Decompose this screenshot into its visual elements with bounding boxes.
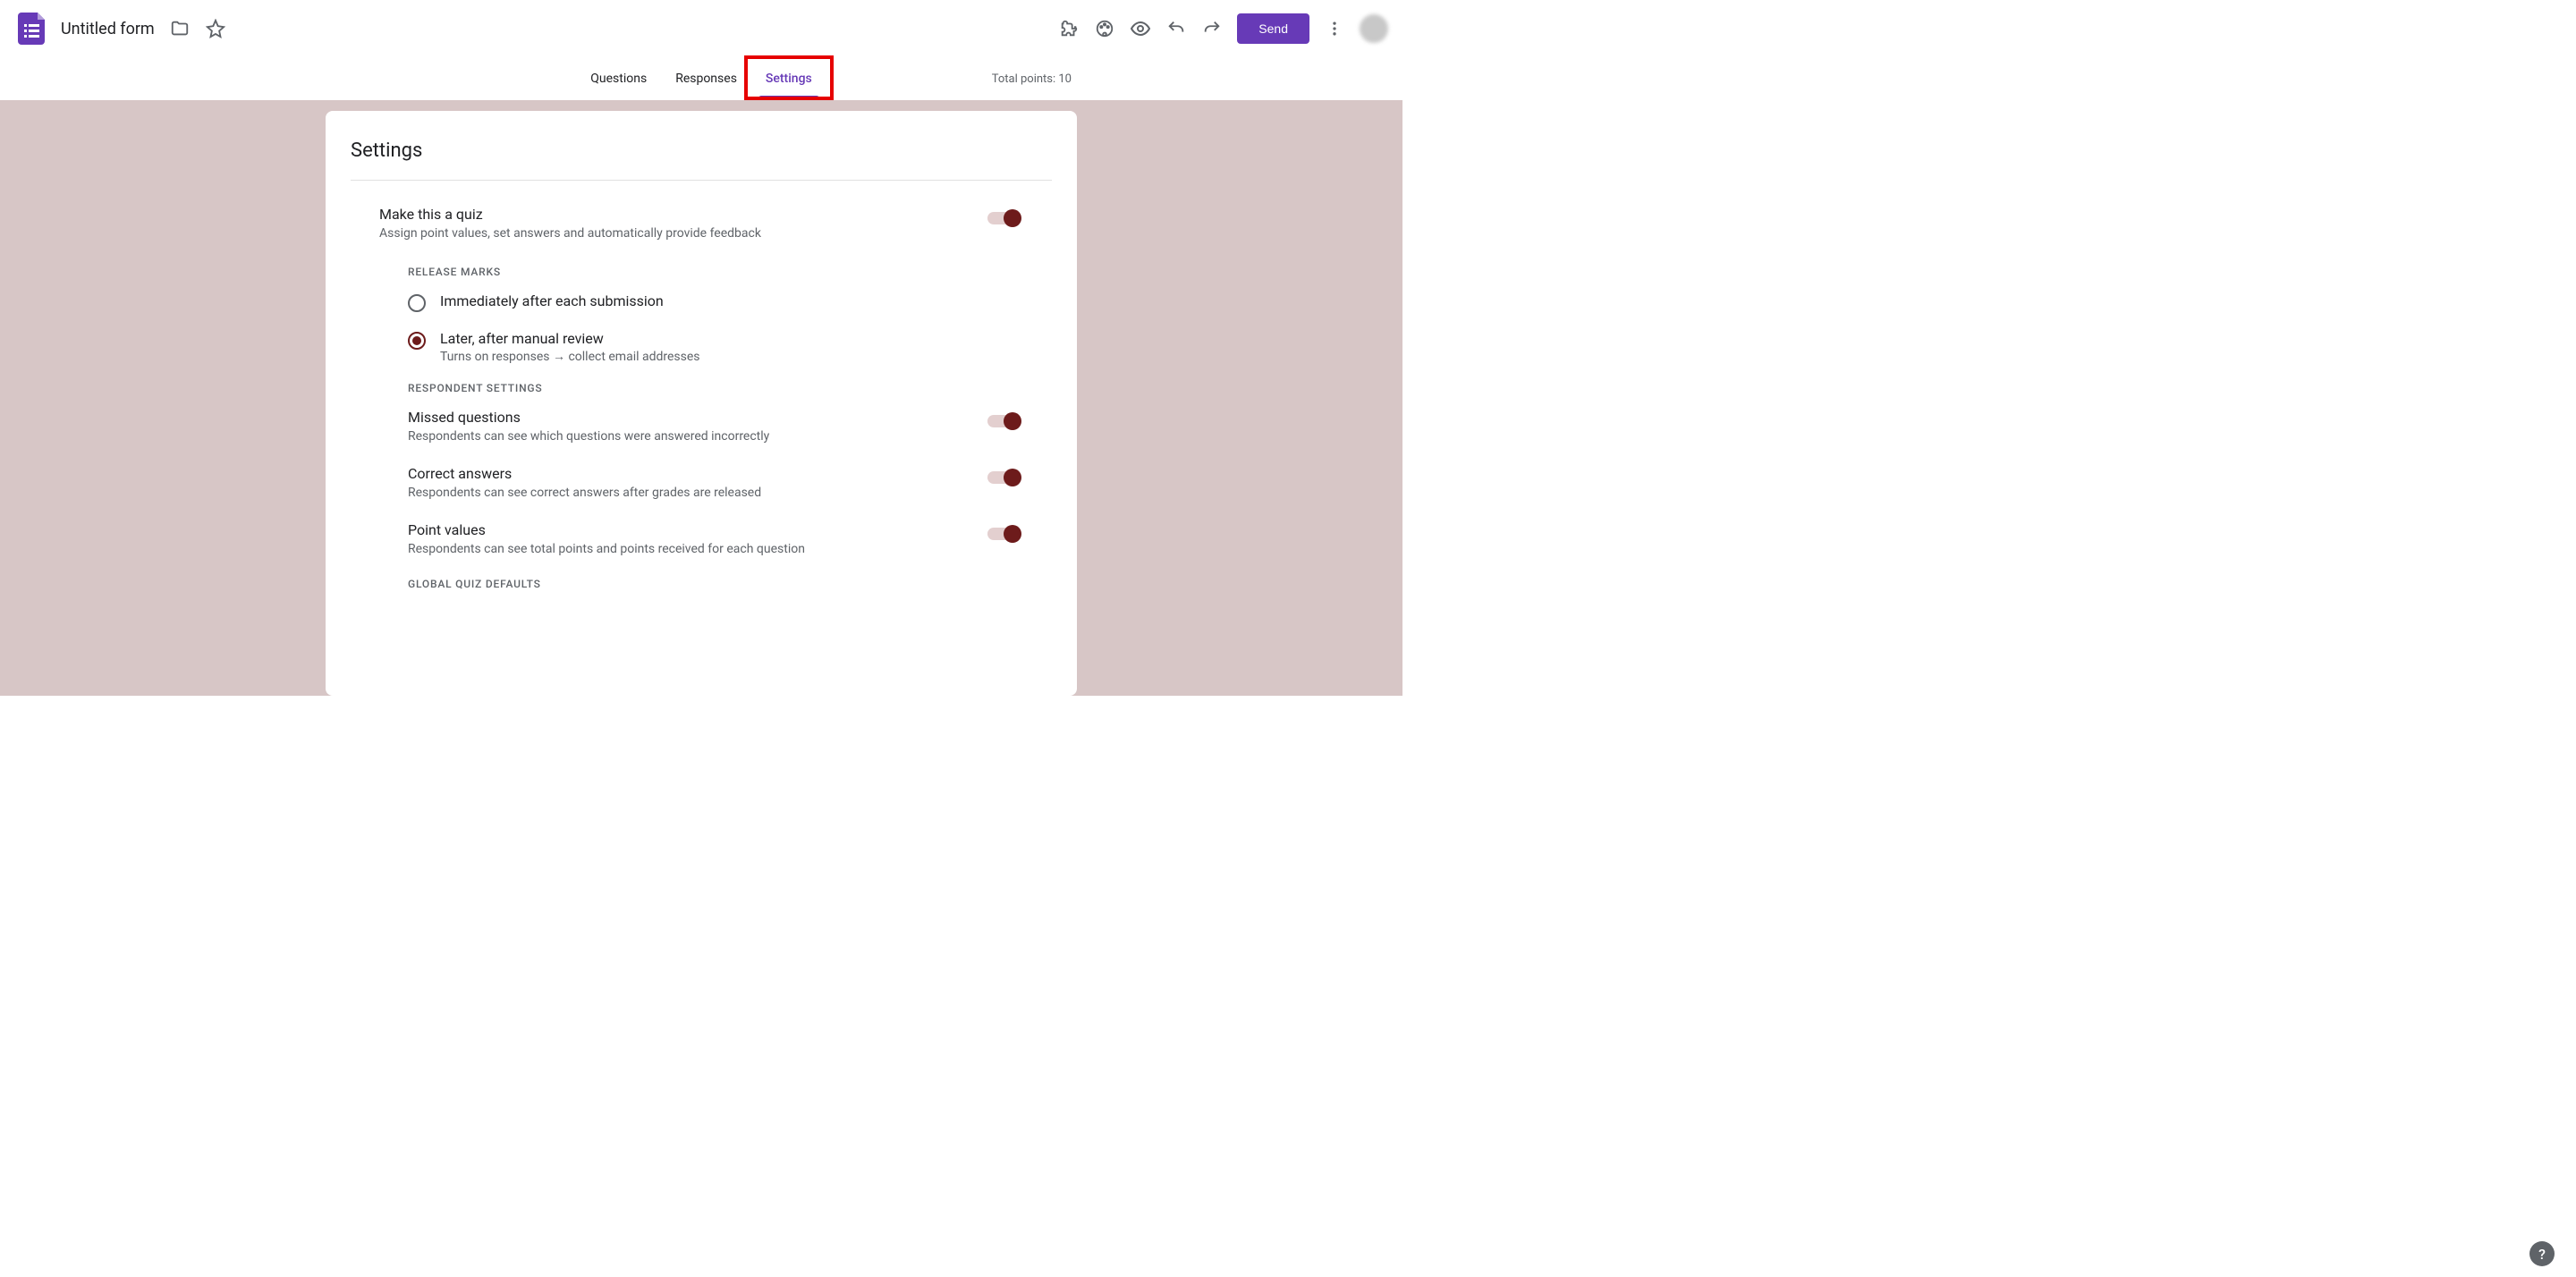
make-quiz-toggle[interactable] [987, 209, 1023, 227]
make-quiz-row: Make this a quiz Assign point values, se… [351, 206, 1052, 266]
tabs: Questions Responses Settings [576, 61, 826, 97]
radio-checked-icon [408, 332, 426, 350]
release-immediately-label: Immediately after each submission [440, 292, 1052, 309]
forms-logo[interactable] [14, 11, 50, 47]
missed-questions-row: Missed questions Respondents can see whi… [351, 409, 1052, 465]
app-header: Untitled form Send [0, 0, 1402, 57]
move-to-folder-button[interactable] [162, 11, 198, 47]
more-options-button[interactable] [1317, 11, 1352, 47]
missed-questions-title: Missed questions [408, 409, 987, 426]
settings-title: Settings [351, 132, 1052, 181]
star-button[interactable] [198, 11, 233, 47]
workspace: Settings Make this a quiz Assign point v… [0, 100, 1402, 696]
undo-button[interactable] [1158, 11, 1194, 47]
send-button[interactable]: Send [1237, 13, 1309, 44]
respondent-settings-label: RESPONDENT SETTINGS [351, 382, 1052, 409]
release-later-desc: Turns on responses → collect email addre… [440, 349, 1052, 364]
tabs-row: Questions Responses Settings Total point… [0, 57, 1402, 100]
tab-responses[interactable]: Responses [661, 61, 751, 97]
correct-answers-row: Correct answers Respondents can see corr… [351, 465, 1052, 521]
tab-settings[interactable]: Settings [751, 61, 826, 97]
release-marks-label: RELEASE MARKS [351, 266, 1052, 292]
radio-unchecked-icon [408, 294, 426, 312]
help-button[interactable]: ? [2529, 1241, 2555, 1266]
redo-button[interactable] [1194, 11, 1230, 47]
correct-answers-title: Correct answers [408, 465, 987, 482]
correct-answers-toggle[interactable] [987, 469, 1023, 486]
missed-questions-desc: Respondents can see which questions were… [408, 429, 987, 444]
tab-questions[interactable]: Questions [576, 61, 661, 97]
release-immediately-option[interactable]: Immediately after each submission [351, 292, 1052, 330]
global-quiz-defaults-label: GLOBAL QUIZ DEFAULTS [351, 578, 1052, 590]
preview-button[interactable] [1123, 11, 1158, 47]
point-values-desc: Respondents can see total points and poi… [408, 542, 987, 556]
form-title[interactable]: Untitled form [61, 20, 155, 38]
make-quiz-desc: Assign point values, set answers and aut… [379, 226, 987, 241]
release-later-option[interactable]: Later, after manual review Turns on resp… [351, 330, 1052, 382]
make-quiz-title: Make this a quiz [379, 206, 987, 223]
total-points-label: Total points: 10 [992, 72, 1072, 86]
correct-answers-desc: Respondents can see correct answers afte… [408, 486, 987, 500]
point-values-row: Point values Respondents can see total p… [351, 521, 1052, 578]
point-values-title: Point values [408, 521, 987, 538]
release-later-label: Later, after manual review [440, 330, 1052, 347]
point-values-toggle[interactable] [987, 525, 1023, 543]
customize-theme-button[interactable] [1087, 11, 1123, 47]
addons-button[interactable] [1051, 11, 1087, 47]
missed-questions-toggle[interactable] [987, 412, 1023, 430]
settings-card: Settings Make this a quiz Assign point v… [326, 111, 1077, 696]
account-avatar[interactable] [1360, 14, 1388, 43]
